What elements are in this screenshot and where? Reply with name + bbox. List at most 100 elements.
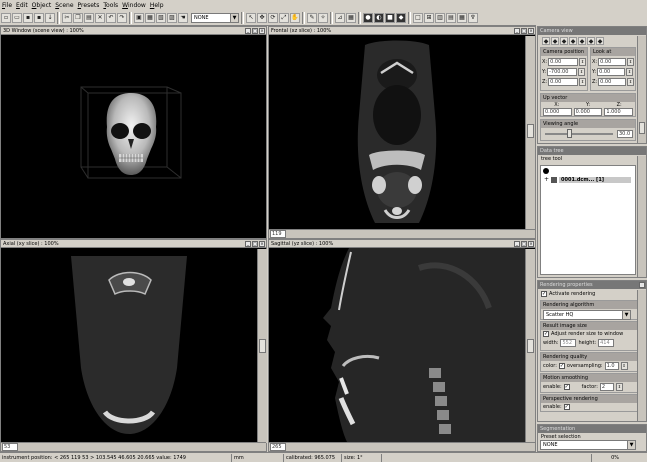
spin-icon[interactable]: ⇕ xyxy=(627,78,634,86)
menu-object[interactable]: Object xyxy=(30,2,54,9)
save-icon[interactable]: ▪ xyxy=(23,12,33,23)
frontal-slice-bar[interactable]: 119 xyxy=(269,229,535,238)
import-icon[interactable]: ↓ xyxy=(45,12,55,23)
sagittal-vertical-scrollbar[interactable] xyxy=(525,249,535,443)
rotate-icon[interactable]: ⟳ xyxy=(268,12,278,23)
layout-split-icon[interactable]: ▤ xyxy=(446,12,456,23)
spin-icon[interactable]: ⇕ xyxy=(626,68,634,76)
zoom-icon[interactable]: ⤢ xyxy=(279,12,289,23)
light-icon[interactable]: ◐ xyxy=(374,12,384,23)
layout-triple-icon[interactable]: ▥ xyxy=(435,12,445,23)
axial-slice-number[interactable]: 53 xyxy=(2,443,18,451)
object-select-combo[interactable]: NONE ▼ xyxy=(191,12,239,23)
preset-select[interactable]: NONE ▼ xyxy=(540,440,636,450)
save-all-icon[interactable]: ▪ xyxy=(34,12,44,23)
delete-icon[interactable]: ✕ xyxy=(95,12,105,23)
object-hand-icon[interactable]: ☚ xyxy=(178,12,188,23)
scroll-thumb[interactable] xyxy=(527,339,534,353)
frontal-slice-number[interactable]: 119 xyxy=(270,230,286,238)
maximize-icon[interactable]: □ xyxy=(252,241,258,247)
cube-view-icon[interactable]: ◆ xyxy=(569,37,577,45)
spin-icon[interactable]: ⇕ xyxy=(579,58,586,66)
camera-panel-scrollbar[interactable] xyxy=(637,36,646,143)
scroll-thumb[interactable] xyxy=(259,339,266,353)
redo-icon[interactable]: ↷ xyxy=(117,12,127,23)
look-x-input[interactable]: 0.00 xyxy=(598,58,627,66)
cam-x-input[interactable]: 0.00 xyxy=(548,58,579,66)
camera-icon[interactable]: ■ xyxy=(385,12,395,23)
cube-view-icon[interactable]: ◆ xyxy=(560,37,568,45)
close-icon[interactable]: × xyxy=(259,241,265,247)
sagittal-slice-bar[interactable]: 265 xyxy=(269,442,535,451)
tooth-icon[interactable]: ♆ xyxy=(468,12,478,23)
wand-icon[interactable]: ✧ xyxy=(318,12,328,23)
move-icon[interactable]: ✥ xyxy=(257,12,267,23)
measure-icon[interactable]: ⊿ xyxy=(335,12,345,23)
width-input[interactable]: 552 xyxy=(560,339,577,347)
view-sagittal-window[interactable]: Sagittal (yz slice) : 100% _ □ × 265 xyxy=(268,239,536,452)
cube-view-icon[interactable]: ◆ xyxy=(542,37,550,45)
cube-view-icon[interactable]: ◆ xyxy=(596,37,604,45)
viewing-angle-slider-thumb[interactable] xyxy=(567,129,572,138)
close-icon[interactable]: × xyxy=(259,28,265,34)
object-remove-icon[interactable]: ▨ xyxy=(167,12,177,23)
factor-input[interactable]: 2 xyxy=(599,383,614,391)
spin-icon[interactable]: ⇕ xyxy=(627,58,634,66)
up-x-input[interactable]: 0.000 xyxy=(543,108,572,116)
pen-icon[interactable]: ✎ xyxy=(307,12,317,23)
close-icon[interactable]: × xyxy=(528,28,534,34)
spin-icon[interactable]: ⇕ xyxy=(579,78,586,86)
rendering-panel-scrollbar[interactable] xyxy=(637,290,646,421)
layout-single-icon[interactable]: □ xyxy=(413,12,423,23)
pan-icon[interactable]: ✋ xyxy=(290,12,300,23)
spin-icon[interactable]: ⇕ xyxy=(615,383,623,391)
grid-icon[interactable]: ▦ xyxy=(346,12,356,23)
viewing-angle-slider-track[interactable] xyxy=(545,133,613,135)
close-icon[interactable]: × xyxy=(639,282,645,288)
tree-view[interactable]: + 0001.dcm... [1] xyxy=(540,165,636,275)
object-icon[interactable]: ▣ xyxy=(134,12,144,23)
pointer-icon[interactable]: ↖ xyxy=(246,12,256,23)
close-icon[interactable]: × xyxy=(528,241,534,247)
menu-help[interactable]: Help xyxy=(148,2,166,9)
scene-root-icon[interactable] xyxy=(543,168,549,174)
tree-item-volume[interactable]: 0001.dcm... [1] xyxy=(559,176,632,183)
minimize-icon[interactable]: _ xyxy=(514,241,520,247)
object-add-icon[interactable]: ▧ xyxy=(156,12,166,23)
minimize-icon[interactable]: _ xyxy=(245,28,251,34)
maximize-icon[interactable]: □ xyxy=(252,28,258,34)
expand-icon[interactable]: + xyxy=(544,176,549,183)
scroll-thumb[interactable] xyxy=(639,122,645,134)
up-y-input[interactable]: 0.000 xyxy=(573,108,603,116)
view-3d-window[interactable]: 3D Window (scene view) : 100% _ □ × xyxy=(0,26,267,239)
rendering-algorithm-select[interactable]: Scatter HQ ▼ xyxy=(543,310,631,320)
menu-edit[interactable]: Edit xyxy=(14,2,30,9)
look-y-input[interactable]: 0.00 xyxy=(597,68,626,76)
axial-slice-bar[interactable]: 53 xyxy=(1,442,266,451)
viewing-angle-input[interactable]: 30.0 xyxy=(617,130,633,138)
view-sagittal-canvas[interactable] xyxy=(269,248,525,442)
cube-view-icon[interactable]: ◆ xyxy=(578,37,586,45)
scroll-thumb[interactable] xyxy=(527,124,534,138)
view-axial-canvas[interactable] xyxy=(1,248,257,442)
frontal-vertical-scrollbar[interactable] xyxy=(525,36,535,230)
minimize-icon[interactable]: _ xyxy=(514,28,520,34)
scene-icon[interactable]: ● xyxy=(363,12,373,23)
minimize-icon[interactable]: _ xyxy=(245,241,251,247)
tree-scrollbar[interactable] xyxy=(637,156,646,277)
render-icon[interactable]: ◆ xyxy=(396,12,406,23)
menu-window[interactable]: Window xyxy=(120,2,148,9)
maximize-icon[interactable]: □ xyxy=(521,28,527,34)
height-input[interactable]: 414 xyxy=(598,339,615,347)
cube-view-icon[interactable]: ◆ xyxy=(587,37,595,45)
layout-quad-icon[interactable]: ⊞ xyxy=(424,12,434,23)
perspective-enable-checkbox[interactable]: ✓ xyxy=(563,404,570,410)
cam-z-input[interactable]: 0.00 xyxy=(548,78,579,86)
paste-icon[interactable]: ▤ xyxy=(84,12,94,23)
spin-icon[interactable]: ⇕ xyxy=(578,68,586,76)
maximize-icon[interactable]: □ xyxy=(521,241,527,247)
copy-icon[interactable]: ❐ xyxy=(73,12,83,23)
view-3d-canvas[interactable] xyxy=(1,35,266,238)
up-z-input[interactable]: 1.000 xyxy=(604,108,634,116)
menu-presets[interactable]: Presets xyxy=(76,2,102,9)
